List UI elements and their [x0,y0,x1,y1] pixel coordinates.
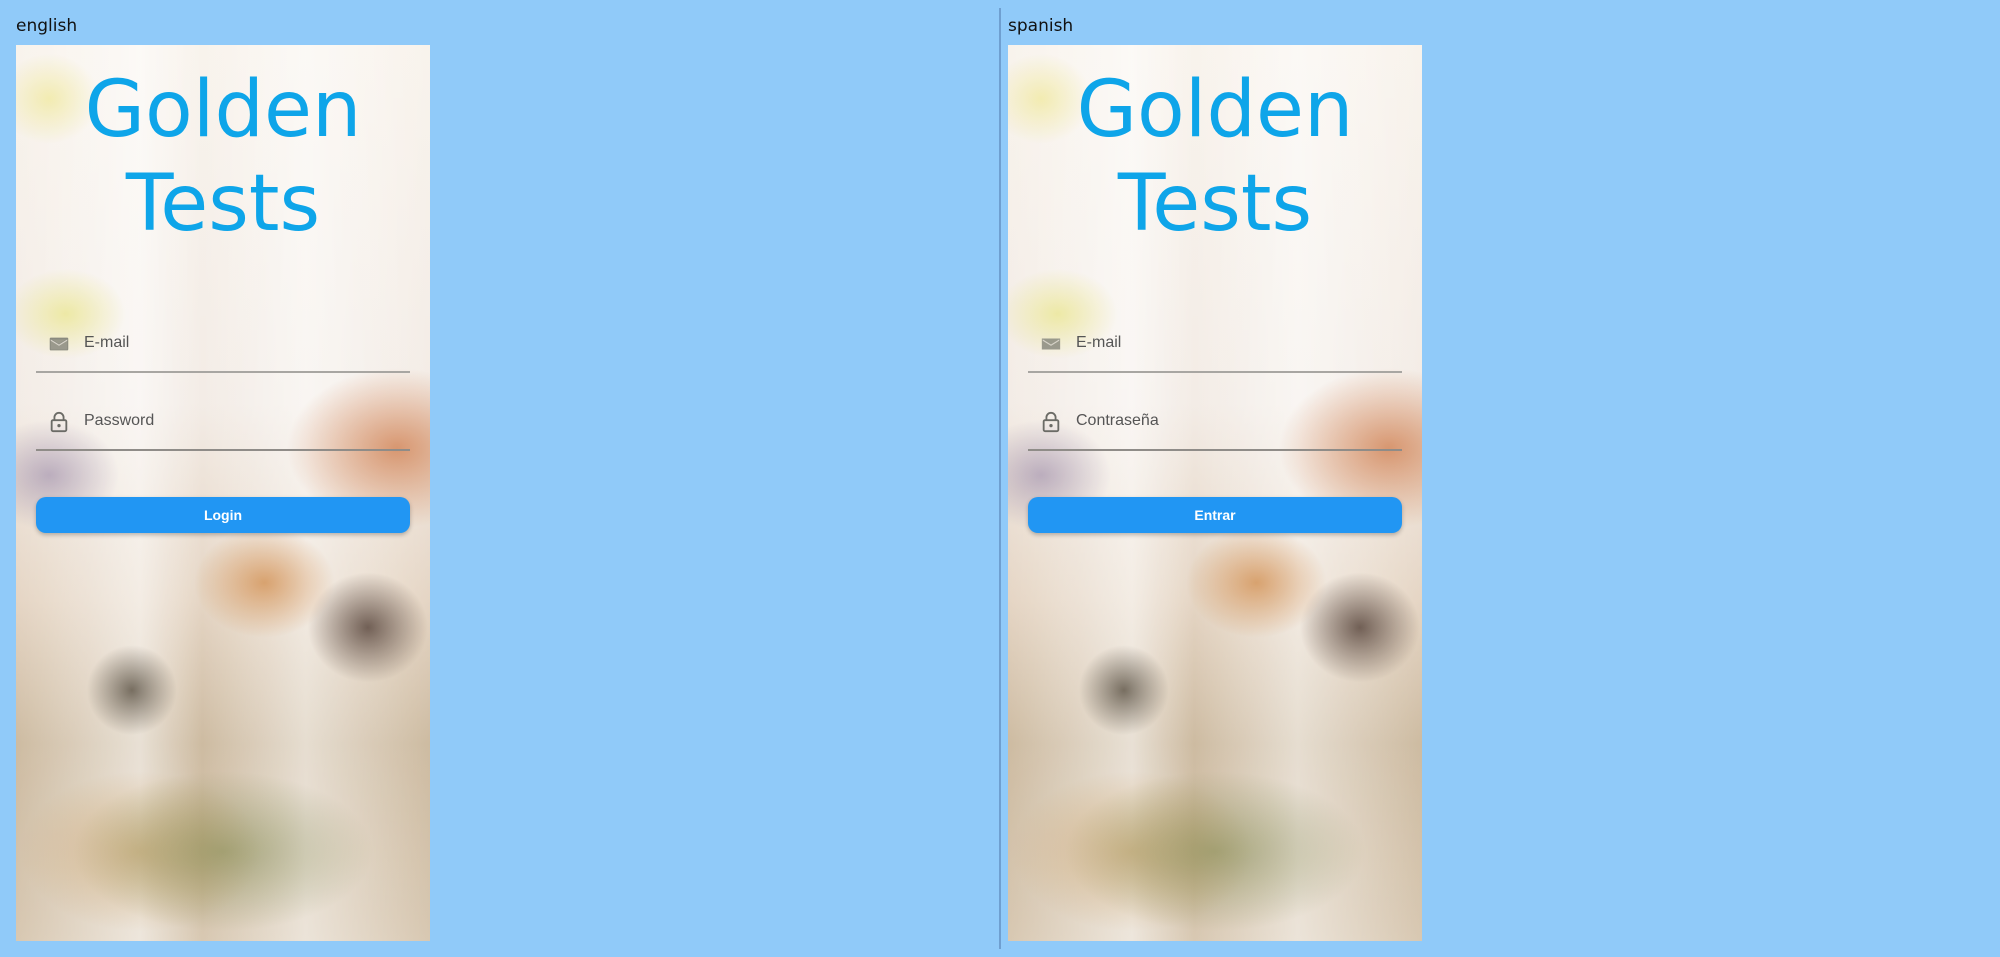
panel-divider [999,8,1001,949]
panel-spanish: spanish Golden Tests E-mail Entrar [1008,0,1448,957]
app-title: Golden Tests [16,63,430,251]
title-line-2: Tests [125,159,321,249]
email-field[interactable] [36,315,410,373]
login-button[interactable]: Entrar [1028,497,1402,533]
password-input[interactable] [1076,405,1396,437]
login-screen: Golden Tests Login [16,45,430,941]
title-line-1: Golden [84,65,362,155]
panel-english: english Golden Tests E-mail Login [16,0,456,957]
login-button[interactable]: Login [36,497,410,533]
lock-icon [1042,411,1060,433]
golden-test-canvas: english Golden Tests E-mail Login spanis… [0,0,2000,957]
login-screen: Golden Tests Entrar [1008,45,1422,941]
app-title: Golden Tests [1008,63,1422,251]
password-field[interactable] [36,393,410,451]
password-field[interactable] [1028,393,1402,451]
locale-label: spanish [1008,16,1074,36]
locale-label: english [16,16,78,36]
password-input[interactable] [84,405,404,437]
email-input[interactable] [84,327,404,359]
title-line-2: Tests [1117,159,1313,249]
email-input[interactable] [1076,327,1396,359]
mail-icon [1041,338,1061,350]
email-field[interactable] [1028,315,1402,373]
lock-icon [50,411,68,433]
title-line-1: Golden [1076,65,1354,155]
mail-icon [49,337,69,351]
